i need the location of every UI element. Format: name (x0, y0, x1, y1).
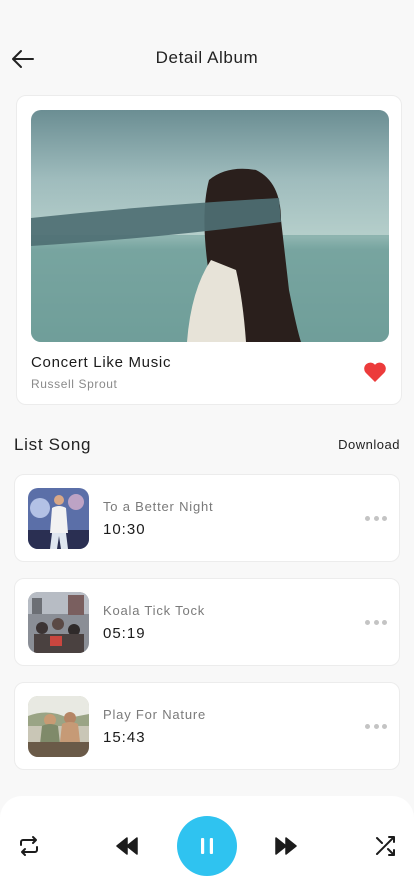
section-title: List Song (14, 435, 92, 454)
repeat-icon (20, 836, 38, 856)
song-row[interactable]: To a Better Night 10:30 (14, 474, 400, 562)
song-duration: 15:43 (103, 729, 146, 746)
song-thumbnail (28, 696, 89, 757)
song-thumbnail (28, 592, 89, 653)
player-bar (0, 796, 414, 896)
fast-forward-icon (275, 837, 297, 855)
more-options-button[interactable] (365, 513, 387, 523)
heart-icon (364, 362, 386, 382)
song-list-header: List Song Download (14, 434, 400, 456)
song-title: Play For Nature (103, 707, 207, 722)
song-thumbnail (28, 488, 89, 549)
more-dot (373, 619, 379, 625)
next-button[interactable] (271, 832, 301, 860)
more-options-button[interactable] (365, 617, 387, 627)
album-card: Concert Like Music Russell Sprout (16, 95, 402, 405)
rewind-icon (116, 837, 138, 855)
more-dot (373, 515, 379, 521)
song-title: Koala Tick Tock (103, 603, 206, 618)
more-options-button[interactable] (365, 721, 387, 731)
more-dot (382, 515, 387, 521)
shuffle-icon (376, 836, 395, 856)
page-title: Detail Album (155, 48, 259, 67)
more-dot (373, 723, 379, 729)
song-row[interactable]: Play For Nature 15:43 (14, 682, 400, 770)
more-dot (365, 723, 370, 729)
previous-button[interactable] (112, 832, 142, 860)
shuffle-button[interactable] (370, 831, 400, 861)
more-dot (365, 515, 370, 521)
pause-icon (201, 838, 213, 854)
album-title: Concert Like Music (31, 354, 172, 371)
song-row[interactable]: Koala Tick Tock 05:19 (14, 578, 400, 666)
album-cover-image (31, 110, 389, 342)
more-dot (382, 723, 387, 729)
song-duration: 05:19 (103, 625, 146, 642)
more-dot (382, 619, 387, 625)
album-artist: Russell Sprout (31, 377, 118, 391)
song-duration: 10:30 (103, 521, 146, 538)
screen: Detail Album Concert Like Music Russell … (0, 0, 414, 896)
download-button[interactable]: Download (338, 437, 400, 452)
pause-button[interactable] (177, 816, 237, 876)
favorite-button[interactable] (363, 361, 389, 385)
header: Detail Album (0, 36, 414, 80)
more-dot (365, 619, 370, 625)
repeat-button[interactable] (14, 831, 44, 861)
song-title: To a Better Night (103, 499, 214, 514)
